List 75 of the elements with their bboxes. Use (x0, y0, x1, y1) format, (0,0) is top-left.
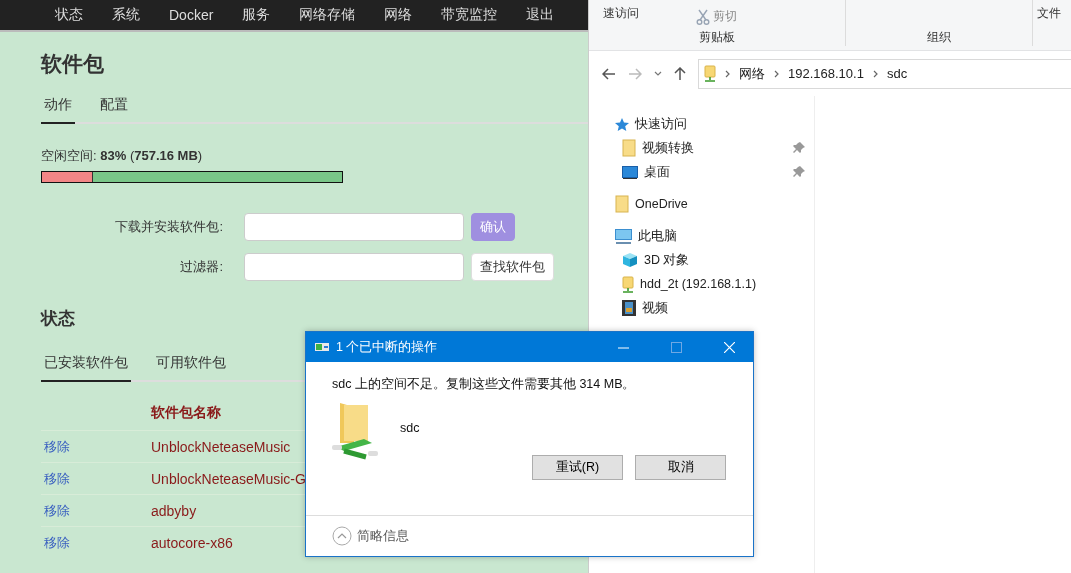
tree-item[interactable]: 快速访问 (589, 112, 805, 136)
field-label: 下载并安装软件包: (114, 218, 223, 236)
tree-item[interactable]: OneDrive (589, 192, 805, 216)
remove-link[interactable]: 移除 (44, 470, 70, 486)
column-header: 软件包名称 (151, 404, 221, 422)
tree-item[interactable]: 桌面 (589, 160, 805, 184)
cut-button[interactable]: 剪切 (713, 8, 737, 25)
folder-icon (622, 139, 636, 157)
tree-item[interactable]: 3D 对象 (589, 248, 805, 272)
nav-link[interactable]: 系统 (112, 6, 140, 24)
pin-icon[interactable] (793, 142, 805, 154)
breadcrumb-item[interactable]: 192.168.10.1 (788, 66, 864, 81)
table-cell: UnblockNeteaseMusic-G (151, 470, 306, 487)
up-arrow-icon[interactable] (674, 66, 686, 81)
field-label: 过滤器: (179, 258, 223, 276)
input-field[interactable] (244, 213, 464, 241)
tab[interactable]: 已安装软件包 (41, 350, 131, 382)
window-title: 1 个已中断的操作 (336, 338, 438, 356)
computer-icon (615, 228, 632, 244)
group-label: 剪贴板 (699, 29, 735, 46)
folder-name: sdc (400, 421, 420, 435)
chevron-up-circle-icon[interactable] (332, 526, 352, 546)
copy-icon (315, 343, 329, 351)
dialog-button[interactable]: 取消 (635, 455, 726, 480)
breadcrumb-item[interactable]: sdc (886, 66, 908, 81)
tree-item[interactable]: hdd_2t (192.168.1.1) (589, 272, 805, 296)
remove-link[interactable]: 移除 (44, 502, 70, 518)
nav-link[interactable]: 退出 (526, 6, 555, 24)
chevron-right-icon[interactable] (725, 69, 730, 78)
network-drive-icon (622, 275, 634, 293)
tab[interactable]: 配置 (97, 92, 131, 124)
film-icon (622, 300, 636, 316)
nav-link[interactable]: 服务 (242, 6, 271, 24)
nav-link[interactable]: 状态 (55, 6, 83, 24)
desktop-icon (622, 165, 638, 179)
tree-item[interactable]: 视频 (589, 296, 805, 320)
cube-icon (622, 252, 638, 268)
table-cell: autocore-x86 (151, 534, 233, 551)
folder-icon (615, 195, 629, 213)
maximize-icon[interactable] (671, 341, 682, 353)
input-field[interactable] (244, 253, 464, 281)
nav-link[interactable]: 网络 (384, 6, 413, 24)
free-space-label: 空闲空间: 83% (757.16 MB) (41, 147, 204, 165)
tab[interactable]: 动作 (41, 92, 75, 124)
nav-link[interactable]: Docker (169, 7, 214, 23)
tab[interactable]: 可用软件包 (153, 350, 229, 382)
nav-link[interactable]: 网络存储 (299, 6, 356, 24)
forward-arrow-icon[interactable] (628, 67, 642, 80)
details-toggle[interactable]: 简略信息 (357, 527, 409, 545)
section-title: 状态 (41, 308, 76, 330)
ribbon-button-label[interactable]: 速访问 (603, 5, 639, 22)
breadcrumb-item[interactable]: 网络 (739, 64, 765, 83)
close-icon[interactable] (724, 341, 735, 353)
remove-link[interactable]: 移除 (44, 438, 70, 454)
page-title: 软件包 (41, 51, 105, 77)
tree-item[interactable]: 此电脑 (589, 224, 805, 248)
scissors-icon (696, 8, 710, 25)
group-label: 组织 (927, 29, 951, 46)
remove-link[interactable]: 移除 (44, 534, 70, 550)
back-arrow-icon[interactable] (602, 67, 616, 80)
pin-icon[interactable] (793, 166, 805, 178)
star-icon (615, 117, 629, 131)
network-drive-icon (704, 65, 716, 82)
dialog-button[interactable]: 重试(R) (532, 455, 623, 480)
chevron-right-icon[interactable] (774, 69, 779, 78)
address-bar[interactable]: 网络 192.168.10.1 sdc (698, 58, 1071, 89)
table-cell: adbyby (151, 502, 197, 519)
nav-link[interactable]: 带宽监控 (441, 6, 498, 24)
tree-item[interactable]: 视频转换 (589, 136, 805, 160)
chevron-right-icon[interactable] (872, 69, 878, 78)
chevron-down-icon[interactable] (654, 71, 662, 76)
ribbon-button-label[interactable]: 文件 (1037, 5, 1061, 22)
dialog-message: sdc 上的空间不足。复制这些文件需要其他 314 MB。 (332, 376, 637, 393)
table-cell: UnblockNeteaseMusic (151, 438, 291, 455)
form-button[interactable]: 查找软件包 (471, 253, 554, 281)
